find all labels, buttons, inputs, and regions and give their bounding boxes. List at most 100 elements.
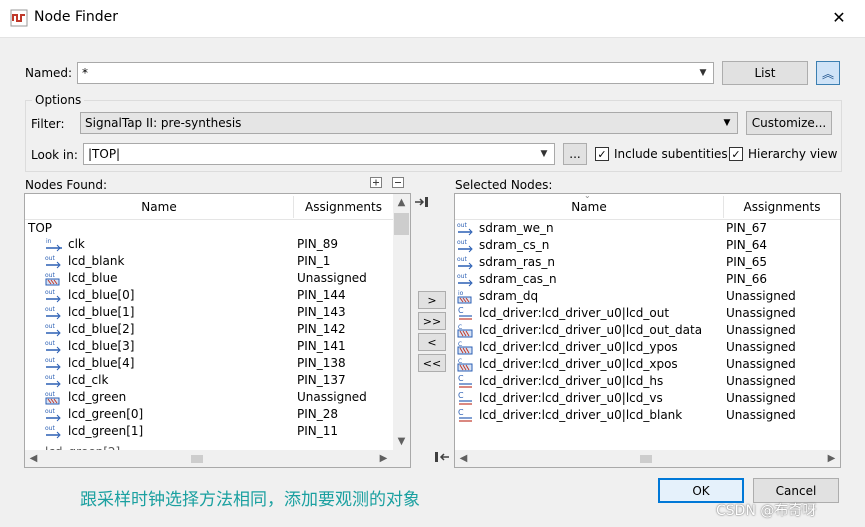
table-row[interactable]: Clcd_driver:lcd_driver_u0|lcd_ypos Unassi…: [455, 339, 840, 356]
scroll-thumb[interactable]: [394, 213, 409, 235]
svg-text:out: out: [45, 357, 55, 364]
node-assignment: Unassigned: [297, 390, 367, 404]
node-assignment: Unassigned: [726, 289, 796, 303]
table-row[interactable]: out lcd_blue[0] PIN_144: [25, 287, 391, 304]
output-pin-icon: out: [45, 322, 63, 337]
tree-root-top[interactable]: TOP: [28, 220, 52, 237]
remove-selected-button[interactable]: <: [418, 333, 446, 351]
nodes-found-table[interactable]: Name Assignments TOP in clk PIN_89 out lcd_b…: [24, 193, 411, 468]
node-assignment: PIN_89: [297, 237, 339, 251]
column-header-name[interactable]: Name: [25, 194, 293, 220]
expand-all-icon[interactable]: [370, 177, 382, 188]
add-all-button[interactable]: >>: [418, 312, 446, 330]
output-pin-icon: out: [45, 424, 63, 439]
node-name: sdram_cs_n: [479, 238, 550, 252]
close-button[interactable]: ✕: [826, 6, 852, 30]
lookin-label: Look in:: [31, 148, 78, 162]
table-row[interactable]: out sdram_we_n PIN_67: [455, 220, 840, 237]
svg-text:out: out: [457, 273, 467, 280]
scroll-right-icon[interactable]: ▶: [375, 450, 392, 467]
node-name: lcd_driver:lcd_driver_u0|lcd_ypos: [479, 340, 678, 354]
node-assignment: PIN_66: [726, 272, 768, 286]
scroll-thumb[interactable]: [191, 455, 203, 463]
node-assignment: Unassigned: [726, 323, 796, 337]
scroll-up-icon[interactable]: ▲: [393, 194, 410, 211]
node-assignment: PIN_67: [726, 221, 768, 235]
table-row[interactable]: Clcd_driver:lcd_driver_u0|lcd_blank Unass…: [455, 407, 840, 424]
collapse-button[interactable]: ︽: [816, 61, 840, 85]
table-row[interactable]: out lcd_blank PIN_1: [25, 253, 391, 270]
remove-all-button[interactable]: <<: [418, 354, 446, 372]
node-assignment: Unassigned: [726, 408, 796, 422]
column-header-assignments[interactable]: Assignments: [724, 194, 840, 220]
column-header-assignments[interactable]: Assignments: [294, 194, 393, 220]
svg-text:in: in: [46, 238, 52, 245]
table-row[interactable]: out lcd_blue[3] PIN_141: [25, 338, 391, 355]
svg-text:out: out: [45, 374, 55, 381]
scroll-thumb[interactable]: [640, 455, 652, 463]
customize-button[interactable]: Customize...: [746, 111, 832, 135]
svg-text:C: C: [458, 391, 464, 400]
node-name: lcd_driver:lcd_driver_u0|lcd_out_data: [479, 323, 703, 337]
table-row[interactable]: io sdram_dq Unassigned: [455, 288, 840, 305]
chevron-down-icon[interactable]: ▼: [695, 63, 711, 83]
named-value: *: [82, 66, 88, 80]
table-row[interactable]: out lcd_blue Unassigned: [25, 270, 391, 287]
node-assignment: Unassigned: [726, 340, 796, 354]
table-row[interactable]: out lcd_clk PIN_137: [25, 372, 391, 389]
table-row[interactable]: out lcd_blue[2] PIN_142: [25, 321, 391, 338]
output-pin-icon: out: [45, 288, 63, 303]
svg-text:io: io: [458, 290, 464, 297]
node-assignment: Unassigned: [726, 374, 796, 388]
hierarchy-view-checkbox[interactable]: ✓: [729, 147, 743, 161]
include-subentities-checkbox[interactable]: ✓: [595, 147, 609, 161]
node-name: clk: [68, 237, 85, 251]
node-name: lcd_driver:lcd_driver_u0|lcd_hs: [479, 374, 664, 388]
register-bus-icon: C: [457, 323, 475, 338]
table-row[interactable]: out sdram_ras_n PIN_65: [455, 254, 840, 271]
table-row[interactable]: Clcd_driver:lcd_driver_u0|lcd_xpos Unassi…: [455, 356, 840, 373]
browse-button[interactable]: ...: [563, 143, 587, 165]
horizontal-scrollbar[interactable]: ◀ ▶: [25, 450, 410, 467]
filter-combo[interactable]: SignalTap II: pre-synthesis ▼: [80, 112, 738, 134]
filter-value: SignalTap II: pre-synthesis: [85, 116, 242, 130]
table-row[interactable]: out lcd_green[1] PIN_11: [25, 423, 391, 440]
named-combo[interactable]: * ▼: [77, 62, 714, 84]
table-row[interactable]: out lcd_green Unassigned: [25, 389, 391, 406]
svg-text:out: out: [45, 289, 55, 296]
output-pin-icon: out: [45, 305, 63, 320]
scroll-left-icon[interactable]: ◀: [455, 450, 472, 467]
table-row[interactable]: Clcd_driver:lcd_driver_u0|lcd_vs Unassign…: [455, 390, 840, 407]
scroll-down-icon[interactable]: ▼: [393, 433, 410, 450]
node-assignment: PIN_144: [297, 288, 346, 302]
scroll-right-icon[interactable]: ▶: [823, 450, 840, 467]
move-to-found-icon[interactable]: [434, 451, 450, 463]
register-bus-icon: C: [457, 357, 475, 372]
selected-nodes-table[interactable]: ⌄ Name Assignments out sdram_we_n PIN_67 ou…: [454, 193, 841, 468]
table-row[interactable]: in clk PIN_89: [25, 236, 391, 253]
table-row[interactable]: out lcd_green[0] PIN_28: [25, 406, 391, 423]
node-assignment: Unassigned: [726, 391, 796, 405]
column-header-name[interactable]: Name: [455, 194, 723, 220]
table-row[interactable]: out lcd_blue[4] PIN_138: [25, 355, 391, 372]
table-row[interactable]: out sdram_cs_n PIN_64: [455, 237, 840, 254]
chevron-down-icon[interactable]: ▼: [719, 113, 735, 133]
output-pin-icon: out: [457, 221, 475, 236]
browse-button-label: ...: [569, 147, 581, 161]
table-row[interactable]: Clcd_driver:lcd_driver_u0|lcd_out Unassig…: [455, 305, 840, 322]
chevron-down-icon[interactable]: ▼: [536, 144, 552, 164]
table-row[interactable]: Clcd_driver:lcd_driver_u0|lcd_out_data Un…: [455, 322, 840, 339]
horizontal-scrollbar[interactable]: ◀ ▶: [455, 450, 840, 467]
combinational-icon: C: [457, 391, 475, 406]
table-row[interactable]: out lcd_blue[1] PIN_143: [25, 304, 391, 321]
svg-text:out: out: [45, 255, 55, 262]
table-row[interactable]: out sdram_cas_n PIN_66: [455, 271, 840, 288]
add-selected-button[interactable]: >: [418, 291, 446, 309]
collapse-all-icon[interactable]: [392, 177, 404, 188]
move-to-selected-icon[interactable]: [414, 196, 430, 208]
vertical-scrollbar[interactable]: ▲ ▼: [393, 194, 410, 450]
list-button[interactable]: List: [722, 61, 808, 85]
lookin-combo[interactable]: |TOP| ▼: [83, 143, 555, 165]
table-row[interactable]: Clcd_driver:lcd_driver_u0|lcd_hs Unassign…: [455, 373, 840, 390]
scroll-left-icon[interactable]: ◀: [25, 450, 42, 467]
